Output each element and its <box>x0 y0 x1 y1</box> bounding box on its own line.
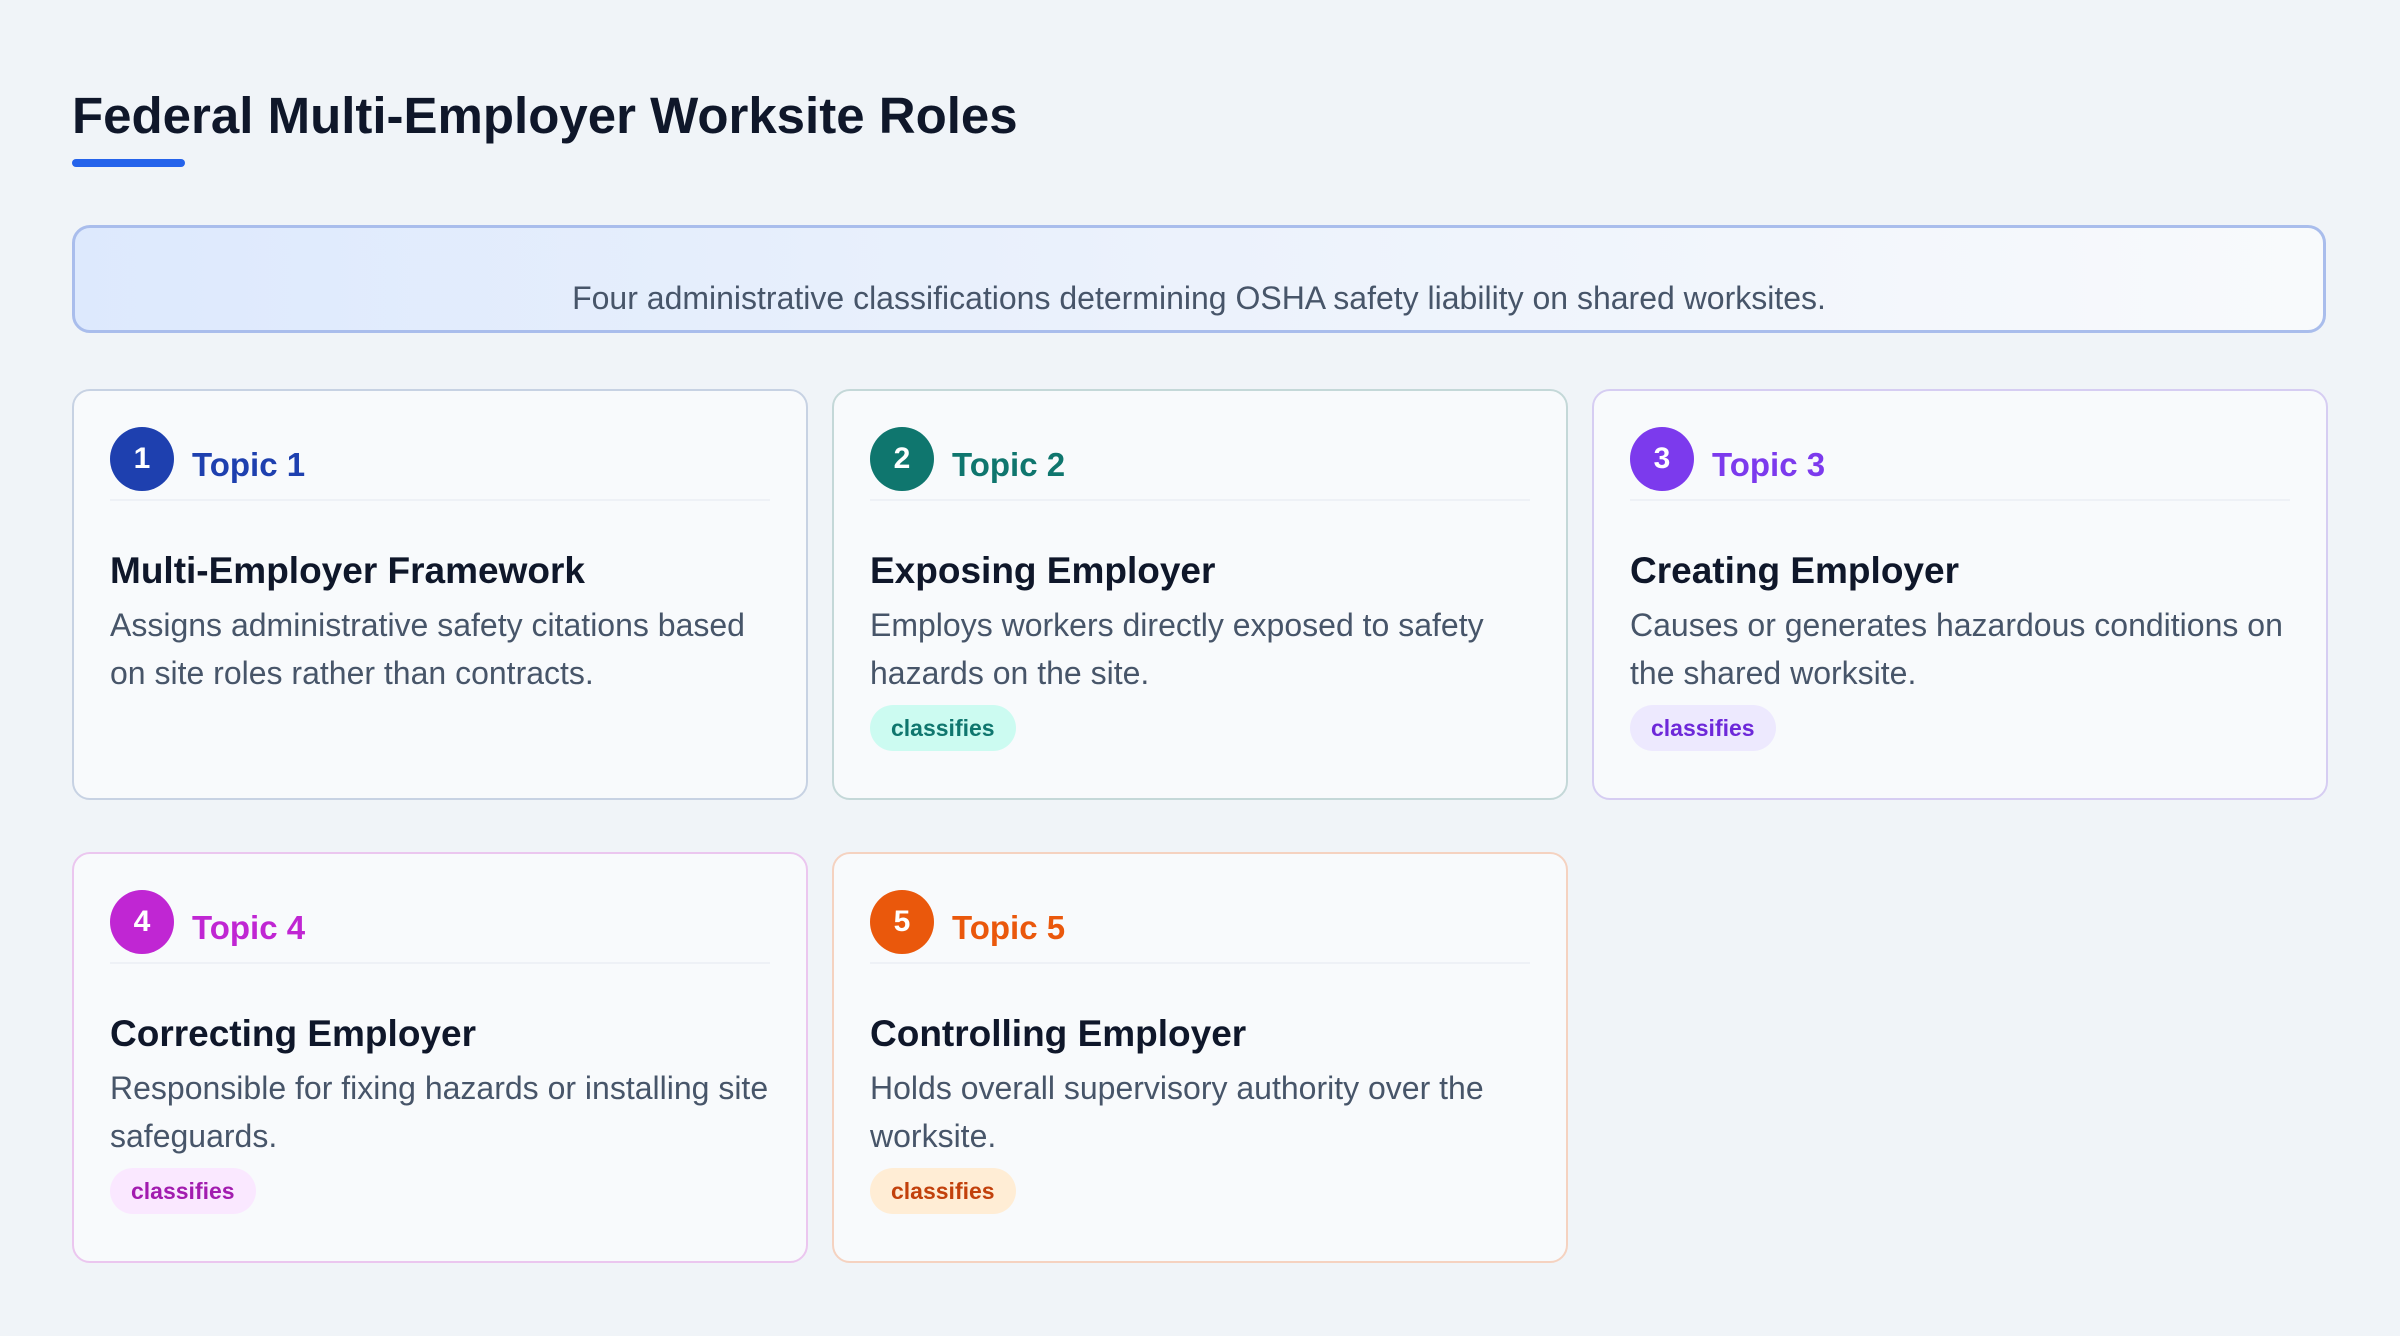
card-title: Creating Employer <box>1630 550 1959 591</box>
card-header: 4 Topic 4 <box>110 890 770 964</box>
number-badge: 2 <box>870 427 934 491</box>
card-title: Controlling Employer <box>870 1013 1247 1054</box>
topic-label: Topic 1 <box>192 446 306 483</box>
summary-text: Four administrative classifications dete… <box>572 280 1826 316</box>
card-header: 2 Topic 2 <box>870 427 1530 501</box>
card-header: 5 Topic 5 <box>870 890 1530 964</box>
relation-tag: classifies <box>1630 705 1776 751</box>
card-description: Assigns administrative safety citations … <box>110 607 745 691</box>
relation-tag: classifies <box>870 1168 1016 1214</box>
card-title: Exposing Employer <box>870 550 1216 591</box>
title-underline <box>72 159 185 167</box>
number-badge: 3 <box>1630 427 1694 491</box>
topic-label: Topic 4 <box>192 909 306 946</box>
card-title: Multi-Employer Framework <box>110 550 585 591</box>
topic-label: Topic 2 <box>952 446 1066 483</box>
card-description: Employs workers directly exposed to safe… <box>870 607 1484 691</box>
card-title: Correcting Employer <box>110 1013 476 1054</box>
number-badge: 1 <box>110 427 174 491</box>
card-topic-4: 4 Topic 4 Correcting Employer Responsibl… <box>72 852 808 1263</box>
summary-box: Four administrative classifications dete… <box>72 225 2326 333</box>
relation-tag: classifies <box>870 705 1016 751</box>
topic-label: Topic 3 <box>1712 446 1826 483</box>
relation-tag: classifies <box>110 1168 256 1214</box>
number-badge: 5 <box>870 890 934 954</box>
card-topic-1: 1 Topic 1 Multi-Employer Framework Assig… <box>72 389 808 800</box>
page-title: Federal Multi-Employer Worksite Roles <box>72 87 1018 144</box>
topic-label: Topic 5 <box>952 909 1066 946</box>
card-topic-2: 2 Topic 2 Exposing Employer Employs work… <box>832 389 1568 800</box>
card-header: 3 Topic 3 <box>1630 427 2290 501</box>
card-topic-5: 5 Topic 5 Controlling Employer Holds ove… <box>832 852 1568 1263</box>
card-description: Causes or generates hazardous conditions… <box>1630 607 2283 691</box>
card-header: 1 Topic 1 <box>110 427 770 501</box>
number-badge: 4 <box>110 890 174 954</box>
card-topic-3: 3 Topic 3 Creating Employer Causes or ge… <box>1592 389 2328 800</box>
card-description: Responsible for fixing hazards or instal… <box>110 1070 769 1154</box>
card-description: Holds overall supervisory authority over… <box>870 1070 1484 1154</box>
